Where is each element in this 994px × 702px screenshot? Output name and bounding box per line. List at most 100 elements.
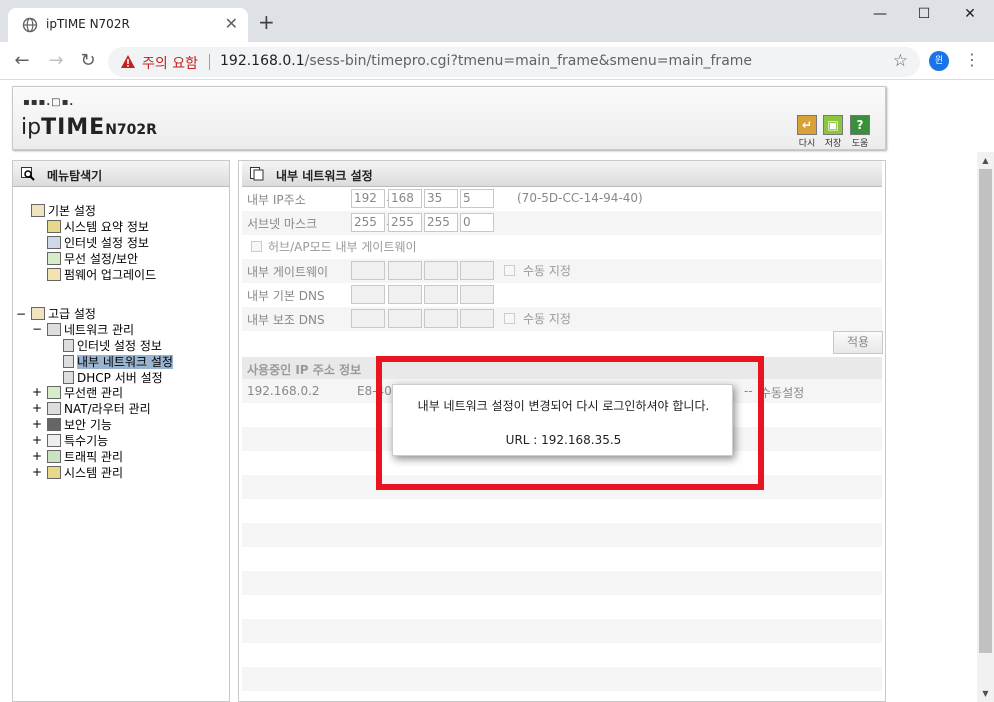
tree-nat-router[interactable]: NAT/라우터 관리 (47, 401, 151, 417)
expand-icon[interactable]: + (32, 449, 42, 463)
tree-internet-info[interactable]: 인터넷 설정 정보 (47, 235, 149, 251)
iptime-logo: ipTIMEN702R (21, 115, 157, 140)
tree-internal-network[interactable]: 내부 네트워크 설정 (63, 354, 173, 370)
browser-titlebar: ipTIME N702R ✕ + — ☐ ✕ (0, 0, 994, 42)
tree-label: 고급 설정 (48, 307, 96, 321)
scroll-down-icon[interactable]: ▼ (977, 685, 994, 702)
browser-menu-icon[interactable]: ⋮ (964, 50, 980, 69)
gateway-octet-2[interactable] (388, 261, 422, 280)
dns2-octet-2[interactable] (388, 309, 422, 328)
gateway-octet-1[interactable] (351, 261, 385, 280)
menu-explorer: 메뉴탐색기 기본 설정 시스템 요약 정보 인터넷 설정 정보 무선 설정/보안… (12, 160, 230, 702)
tree-traffic[interactable]: 트래픽 관리 (47, 449, 123, 465)
red-highlight-box (376, 356, 764, 490)
secondary-dns-label: 내부 보조 DNS (247, 313, 325, 327)
dns1-octet-1[interactable] (351, 285, 385, 304)
tree-net-internet-info[interactable]: 인터넷 설정 정보 (63, 338, 162, 354)
dns1-octet-4[interactable] (460, 285, 494, 304)
help-label: 도움 (851, 139, 869, 149)
tree-label: 네트워크 관리 (64, 323, 135, 337)
tree-label: 보안 기능 (64, 418, 112, 432)
empty-row (242, 619, 882, 643)
browser-tab[interactable]: ipTIME N702R ✕ (8, 8, 248, 42)
tree-advanced-settings[interactable]: 고급 설정 (31, 306, 96, 322)
tree-network-management[interactable]: 네트워크 관리 (47, 322, 134, 338)
gateway-octet-4[interactable] (460, 261, 494, 280)
help-icon: ? (850, 115, 870, 135)
address-bar[interactable]: 주의 요함 192.168.0.1/sess-bin/timepro.cgi?t… (108, 47, 920, 77)
dns1-octet-3[interactable] (424, 285, 458, 304)
gateway-manual-checkbox[interactable] (504, 265, 515, 276)
tree-system-summary[interactable]: 시스템 요약 정보 (47, 219, 149, 235)
apply-button[interactable]: 적용 (833, 331, 883, 354)
profile-avatar[interactable]: 윈 (929, 51, 949, 71)
expand-icon[interactable]: + (32, 385, 42, 399)
scroll-thumb[interactable] (979, 169, 992, 653)
ip-octet-1[interactable]: 192 (351, 189, 385, 208)
tree-dhcp-server[interactable]: DHCP 서버 설정 (63, 370, 163, 386)
save-button[interactable]: ▣ 저장 (822, 115, 844, 149)
tree-label: 무선랜 관리 (64, 386, 124, 400)
tree-system[interactable]: 시스템 관리 (47, 465, 123, 481)
expand-icon[interactable]: + (32, 465, 42, 479)
window-close-icon[interactable]: ✕ (954, 6, 986, 28)
url-text[interactable]: 192.168.0.1/sess-bin/timepro.cgi?tmenu=m… (220, 53, 752, 69)
subnet-octet-3[interactable]: 255 (424, 213, 458, 232)
folder-icon (31, 307, 45, 320)
dns2-octet-3[interactable] (424, 309, 458, 328)
tree-label: 시스템 요약 정보 (64, 220, 149, 234)
refresh-button[interactable]: ↵ 다시 (796, 115, 818, 149)
settings-page-icon (250, 167, 264, 181)
subnet-octet-2[interactable]: 255 (388, 213, 422, 232)
dns1-octet-2[interactable] (388, 285, 422, 304)
forward-icon[interactable]: → (45, 50, 67, 72)
hub-ap-checkbox[interactable] (251, 241, 262, 252)
save-label: 저장 (824, 139, 842, 149)
logo-model: N702R (105, 122, 157, 138)
expand-icon[interactable]: + (32, 417, 42, 431)
gateway-octet-3[interactable] (424, 261, 458, 280)
security-warning[interactable]: 주의 요함 (142, 53, 198, 73)
maximize-icon[interactable]: ☐ (908, 6, 940, 28)
close-tab-icon[interactable]: ✕ (225, 14, 238, 33)
menu-explorer-header: 메뉴탐색기 (13, 161, 229, 187)
dns2-octet-1[interactable] (351, 309, 385, 328)
dns2-octet-4[interactable] (460, 309, 494, 328)
collapse-network-icon[interactable]: − (32, 322, 42, 336)
tree-basic-settings[interactable]: 기본 설정 (31, 203, 96, 219)
ip-octet-2[interactable]: 168 (388, 189, 422, 208)
browser-toolbar: ← → ↻ 주의 요함 192.168.0.1/sess-bin/timepro… (0, 42, 994, 80)
reload-icon[interactable]: ↻ (77, 50, 99, 72)
primary-dns-label: 내부 기본 DNS (247, 289, 325, 303)
tree-security[interactable]: 보안 기능 (47, 417, 112, 433)
subnet-octet-1[interactable]: 255 (351, 213, 385, 232)
save-icon: ▣ (823, 115, 843, 135)
url-path: /sess-bin/timepro.cgi?tmenu=main_frame&s… (304, 53, 753, 69)
expand-icon[interactable]: + (32, 401, 42, 415)
collapse-advanced-icon[interactable]: − (16, 307, 26, 321)
scroll-up-icon[interactable]: ▲ (977, 152, 994, 169)
tree-special[interactable]: 특수기능 (47, 433, 108, 449)
dns-manual-checkbox[interactable] (504, 313, 515, 324)
page-scrollbar[interactable]: ▲ ▼ (977, 152, 994, 702)
ip-octet-4[interactable]: 5 (460, 189, 494, 208)
tree-wlan[interactable]: 무선랜 관리 (47, 385, 123, 401)
back-icon[interactable]: ← (11, 50, 33, 72)
tree-wireless-security[interactable]: 무선 설정/보안 (47, 251, 138, 267)
subnet-octet-4[interactable]: 0 (460, 213, 494, 232)
minimize-icon[interactable]: — (864, 6, 896, 28)
bookmark-star-icon[interactable]: ☆ (893, 51, 908, 71)
router-page: ▪▪▪.□▪. ipTIMEN702R ↵ 다시 ▣ 저장 ? 도움 메뉴탐색기… (0, 80, 994, 702)
subnet-row: 서브넷 마스크 255 . 255 . 255 . 0 (242, 211, 882, 235)
tree-firmware-upgrade[interactable]: 펌웨어 업그레이드 (47, 267, 156, 283)
new-tab-button[interactable]: + (258, 12, 275, 32)
logo-mark: ▪▪▪.□▪. (23, 97, 75, 108)
help-button[interactable]: ? 도움 (849, 115, 871, 149)
tree-label: 기본 설정 (48, 204, 96, 218)
ip-octet-3[interactable]: 35 (424, 189, 458, 208)
lock-icon (47, 418, 61, 431)
expand-icon[interactable]: + (32, 433, 42, 447)
tree-label: 트래픽 관리 (64, 450, 124, 464)
wireless-icon (47, 252, 61, 265)
address-separator (209, 54, 210, 70)
